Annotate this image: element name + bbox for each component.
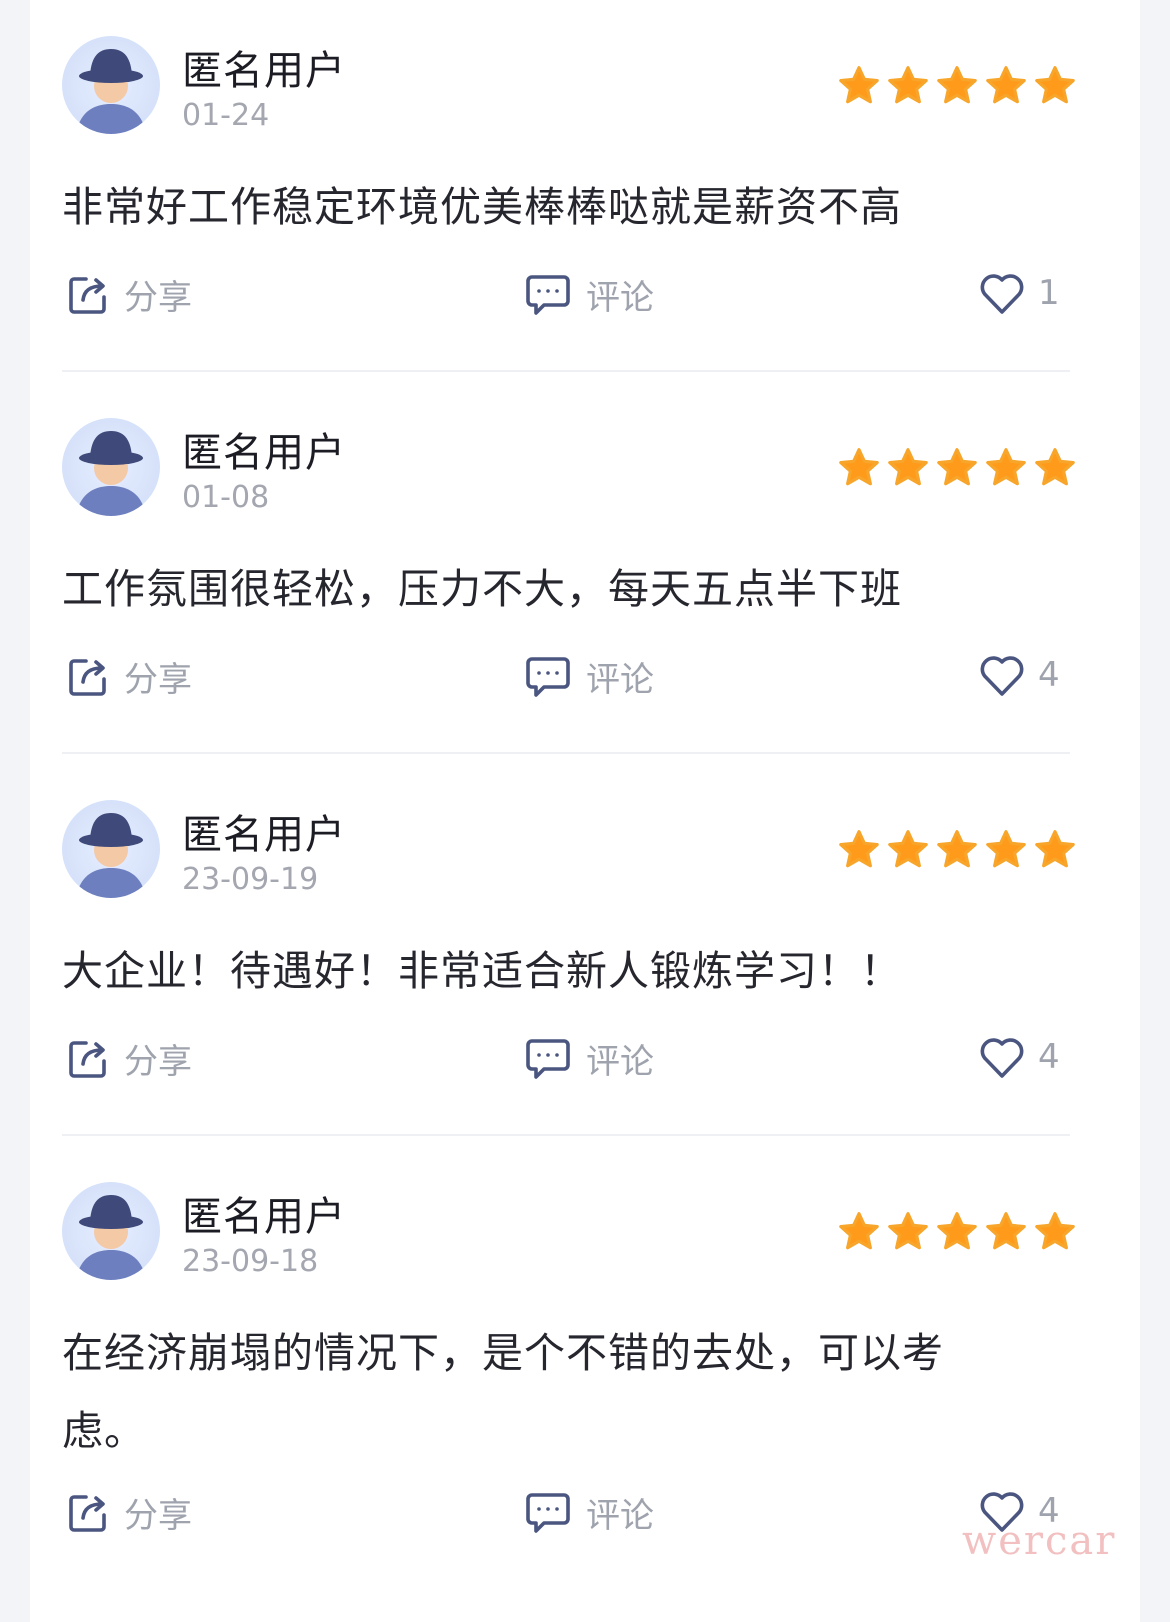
comment-button[interactable]: 评论: [522, 1488, 654, 1537]
star-icon: [986, 830, 1026, 868]
star-icon: [888, 830, 928, 868]
star-icon: [937, 830, 977, 868]
divider: [62, 1134, 1070, 1136]
star-rating: [838, 64, 1076, 108]
comment-label: 评论: [586, 278, 654, 318]
like-button[interactable]: 4: [978, 1034, 1060, 1080]
share-label: 分享: [124, 1496, 192, 1536]
star-icon: [839, 1212, 879, 1250]
share-icon: [69, 276, 106, 314]
star-icon: [839, 448, 879, 486]
user-name: 匿名用户: [182, 430, 346, 476]
comment-button[interactable]: 评论: [522, 652, 654, 701]
share-label: 分享: [124, 1042, 192, 1082]
comment-button[interactable]: 评论: [522, 1034, 654, 1083]
share-icon: [69, 1040, 106, 1078]
avatar[interactable]: [62, 418, 160, 516]
star-rating: [838, 828, 1076, 872]
avatar[interactable]: [62, 36, 160, 134]
share-button[interactable]: 分享: [64, 1034, 192, 1083]
user-name: 匿名用户: [182, 812, 346, 858]
share-button[interactable]: 分享: [64, 1488, 192, 1537]
comment-icon: [526, 1492, 570, 1533]
star-icon: [986, 66, 1026, 104]
star-icon: [839, 830, 879, 868]
star-icon: [1035, 448, 1075, 486]
heart-icon: [980, 1038, 1024, 1078]
user-name: 匿名用户: [182, 1194, 346, 1240]
comment-icon: [526, 1038, 570, 1079]
divider: [62, 370, 1070, 372]
heart-icon: [980, 656, 1024, 696]
comment-icon: [526, 656, 570, 697]
share-label: 分享: [124, 278, 192, 318]
review-date: 23-09-18: [182, 1244, 319, 1279]
share-icon: [69, 658, 106, 696]
star-icon: [1035, 1212, 1075, 1250]
comment-icon: [526, 274, 570, 315]
star-icon: [1035, 830, 1075, 868]
anonymous-avatar-icon: [76, 431, 146, 516]
avatar[interactable]: [62, 800, 160, 898]
like-count: 4: [1038, 655, 1060, 695]
watermark: wercar: [962, 1518, 1117, 1564]
star-icon: [888, 448, 928, 486]
star-icon: [1035, 66, 1075, 104]
comment-label: 评论: [586, 1042, 654, 1082]
star-icon: [937, 66, 977, 104]
star-icon: [888, 1212, 928, 1250]
star-icon: [986, 1212, 1026, 1250]
comment-label: 评论: [586, 1496, 654, 1536]
like-count: 1: [1038, 273, 1060, 313]
star-icon: [888, 66, 928, 104]
user-name: 匿名用户: [182, 48, 346, 94]
review-date: 01-24: [182, 98, 270, 133]
review-list: 匿名用户 01-24 非常好工作稳定环境优美棒棒哒就是薪资不高 分享 评论 1 …: [30, 0, 1140, 1622]
like-button[interactable]: 4: [978, 652, 1060, 698]
anonymous-avatar-icon: [76, 49, 146, 134]
star-rating: [838, 446, 1076, 490]
review-date: 23-09-19: [182, 862, 319, 897]
share-button[interactable]: 分享: [64, 652, 192, 701]
anonymous-avatar-icon: [76, 1195, 146, 1280]
share-label: 分享: [124, 660, 192, 700]
review-content: 在经济崩塌的情况下，是个不错的去处，可以考虑。: [62, 1329, 944, 1455]
comment-label: 评论: [586, 660, 654, 700]
star-icon: [839, 66, 879, 104]
review-content: 工作氛围很轻松，压力不大，每天五点半下班: [62, 565, 902, 613]
star-icon: [986, 448, 1026, 486]
divider: [62, 752, 1070, 754]
share-icon: [69, 1494, 106, 1532]
star-rating: [838, 1210, 1076, 1254]
anonymous-avatar-icon: [76, 813, 146, 898]
review-content: 非常好工作稳定环境优美棒棒哒就是薪资不高: [62, 183, 902, 231]
comment-button[interactable]: 评论: [522, 270, 654, 319]
like-button[interactable]: 1: [978, 270, 1060, 316]
review-content: 大企业！待遇好！非常适合新人锻炼学习！！: [62, 947, 902, 995]
star-icon: [937, 448, 977, 486]
heart-icon: [980, 274, 1024, 314]
star-icon: [937, 1212, 977, 1250]
review-date: 01-08: [182, 480, 270, 515]
like-count: 4: [1038, 1037, 1060, 1077]
share-button[interactable]: 分享: [64, 270, 192, 319]
avatar[interactable]: [62, 1182, 160, 1280]
